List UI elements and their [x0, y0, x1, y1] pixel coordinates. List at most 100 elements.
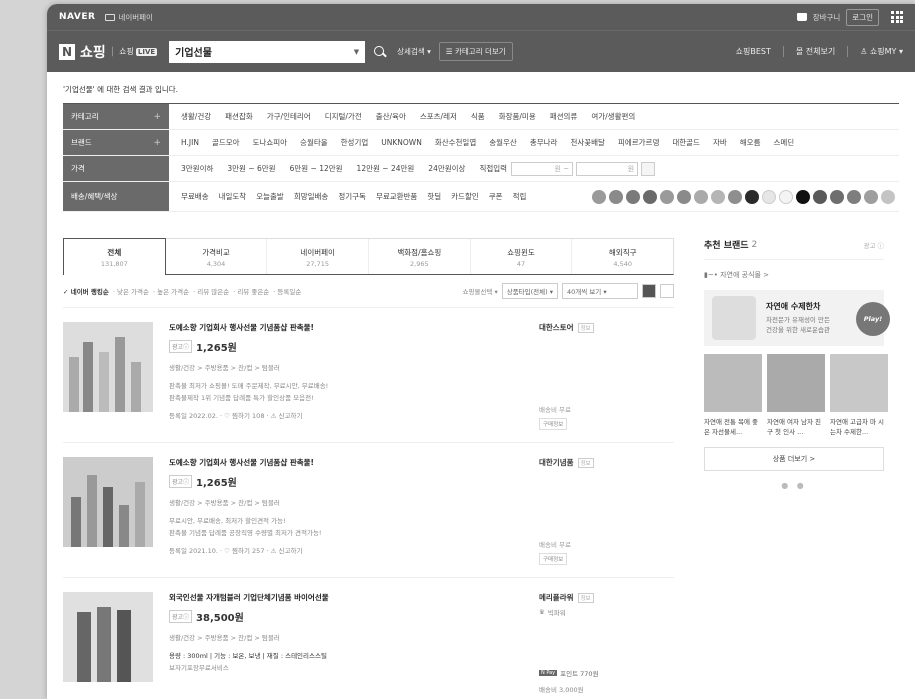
brand-product[interactable]: 자연애 전통 목에 좋은 자선물세... — [704, 354, 762, 437]
mall-name[interactable]: 대한스토어 — [539, 322, 574, 333]
product-image[interactable] — [63, 322, 153, 412]
mall-select[interactable]: 쇼핑몰선택 ▾ — [462, 286, 497, 296]
tab-price-compare[interactable]: 가격비교 4,304 — [166, 239, 268, 274]
brand-option[interactable]: 자바 — [713, 137, 727, 148]
product-image[interactable] — [63, 592, 153, 682]
sort-option[interactable]: · 낮은 가격순 — [113, 286, 149, 296]
sort-option[interactable]: · 리뷰 많은순 — [193, 286, 229, 296]
expand-icon[interactable]: + — [153, 112, 161, 122]
sort-option[interactable]: · 리뷰 좋은순 — [233, 286, 269, 296]
brand-option[interactable]: 총무나라 — [530, 137, 558, 148]
delivery-option[interactable]: 희망일배송 — [294, 191, 329, 202]
color-swatch[interactable] — [660, 189, 674, 204]
category-option[interactable]: 디지털/가전 — [325, 111, 362, 122]
delivery-option[interactable]: 정기구독 — [338, 191, 366, 202]
type-select[interactable]: 상품타입(전체) ▾ — [501, 283, 558, 299]
mall-info-tag[interactable]: 정보 — [577, 457, 594, 468]
color-swatch[interactable] — [677, 189, 691, 204]
product-title[interactable]: 외국인선물 자개텀블러 기업단체기념품 바이어선물 — [169, 592, 529, 603]
brand-option[interactable]: 피에르가르뎅 — [618, 137, 659, 148]
color-swatch[interactable] — [830, 189, 844, 204]
naverpay-link[interactable]: 네이버페이 — [105, 12, 153, 23]
tab-all[interactable]: 전체 131,807 — [63, 238, 166, 275]
color-swatch[interactable] — [643, 189, 657, 204]
search-icon[interactable] — [371, 43, 389, 61]
brand-card[interactable]: 자연애 수제한차 차전문가 유재성이 만든 건강을 위한 새로운습관 Play! — [704, 290, 890, 346]
category-option[interactable]: 패션잡화 — [225, 111, 253, 122]
mall-info-tag[interactable]: 정보 — [577, 592, 594, 603]
product-item[interactable]: 도예소향 기업회사 행사선물 기념품샵 판촉물! 광고ⓘ 1,265원 생활/건강… — [63, 442, 674, 577]
color-swatch[interactable] — [592, 189, 606, 204]
product-item[interactable]: 외국인선물 자개텀블러 기업단체기념품 바이어선물 광고ⓘ 38,500원 생활/… — [63, 577, 674, 699]
ad-badge[interactable]: 광고ⓘ — [169, 610, 193, 623]
carousel-dots[interactable]: ● ● — [704, 481, 884, 490]
delivery-option[interactable]: 무료교환반품 — [376, 191, 417, 202]
color-swatch[interactable] — [626, 189, 640, 204]
color-swatch[interactable] — [813, 189, 827, 204]
product-image[interactable] — [63, 457, 153, 547]
category-more-button[interactable]: ☰ 카테고리 더보기 — [438, 42, 513, 61]
purchase-info-button[interactable]: 구매정보 — [539, 553, 568, 565]
tab-overseas[interactable]: 해외직구 4,540 — [572, 239, 673, 274]
more-products-button[interactable]: 상품 더보기 > — [704, 447, 884, 471]
ad-badge[interactable]: 광고ⓘ — [169, 340, 193, 353]
brand-product[interactable]: 자연애 여자 남자 친구 첫 인사 ... — [767, 354, 825, 437]
mall-name[interactable]: 메리플라워 — [539, 592, 574, 603]
mall-info-tag[interactable]: 정보 — [577, 322, 594, 333]
search-dropdown-icon[interactable]: ▼ — [354, 48, 359, 56]
delivery-option[interactable]: 적립 — [513, 191, 527, 202]
grid-view-icon[interactable] — [660, 284, 674, 298]
delivery-option[interactable]: 쿠폰 — [489, 191, 503, 202]
delivery-option[interactable]: 오늘출발 — [256, 191, 284, 202]
shopping-live-link[interactable]: 쇼핑 LIVE — [119, 46, 158, 57]
delivery-option[interactable]: 무료배송 — [181, 191, 209, 202]
brand-option[interactable]: UNKNOWN — [381, 138, 422, 147]
color-swatch[interactable] — [864, 189, 878, 204]
product-title[interactable]: 도예소향 기업회사 행사선물 기념품샵 판촉물! — [169, 457, 529, 468]
ad-info-link[interactable]: 광고 ⓘ — [863, 240, 884, 250]
price-option[interactable]: 6만원 ~ 12만원 — [290, 163, 343, 174]
ad-badge[interactable]: 광고ⓘ — [169, 475, 193, 488]
product-title[interactable]: 도예소향 기업회사 행사선물 기념품샵 판촉물! — [169, 322, 529, 333]
delivery-option[interactable]: 핫딜 — [427, 191, 441, 202]
category-option[interactable]: 여가/생활편의 — [591, 111, 635, 122]
category-option[interactable]: 식품 — [471, 111, 485, 122]
brand-option[interactable]: 대한골드 — [672, 137, 700, 148]
sort-ranking[interactable]: ✓ 네이버 랭킹순 — [63, 286, 109, 296]
per-page-select[interactable]: 40개씩 보기 ▾ — [562, 283, 638, 299]
color-swatch[interactable] — [779, 189, 793, 204]
price-option[interactable]: 3만원 ~ 6만원 — [227, 163, 275, 174]
brand-option[interactable]: 승월타올 — [300, 137, 328, 148]
brand-option[interactable]: 한성기업 — [341, 137, 369, 148]
cart-icon[interactable] — [796, 13, 807, 21]
brand-option[interactable]: H.JIN — [181, 138, 199, 147]
color-swatch[interactable] — [762, 189, 776, 204]
brand-store-link[interactable]: ▮~• 자연애 공식몰 > — [704, 270, 884, 280]
color-swatch[interactable] — [711, 189, 725, 204]
delivery-option[interactable]: 카드할인 — [451, 191, 479, 202]
color-swatch[interactable] — [694, 189, 708, 204]
brand-option[interactable]: 천사꽃배달 — [570, 137, 605, 148]
advanced-search-button[interactable]: 상세검색 ▾ — [397, 46, 431, 57]
list-view-icon[interactable] — [642, 284, 656, 298]
price-search-button[interactable] — [641, 161, 656, 176]
tab-naverpay[interactable]: 네이버페이 27,715 — [267, 239, 370, 274]
delivery-option[interactable]: 내일도착 — [219, 191, 247, 202]
shopping-logo[interactable]: N 쇼핑 | 쇼핑 LIVE — [59, 42, 158, 62]
category-option[interactable]: 출산/육아 — [376, 111, 406, 122]
category-option[interactable]: 스포츠/레저 — [420, 111, 457, 122]
product-item[interactable]: 도예소향 기업회사 행사선물 기념품샵 판촉물! 광고ⓘ 1,265원 생활/건강… — [63, 307, 674, 442]
category-option[interactable]: 화장품/미용 — [499, 111, 536, 122]
brand-option[interactable]: 송월우산 — [489, 137, 517, 148]
brand-option[interactable]: 스메딘 — [773, 137, 794, 148]
color-swatch[interactable] — [847, 189, 861, 204]
naver-logo[interactable]: NAVER — [59, 12, 95, 22]
brand-option[interactable]: 화산수천일엽 — [435, 137, 476, 148]
all-malls-link[interactable]: 몰 전체보기 — [782, 46, 835, 57]
color-swatch[interactable] — [745, 189, 759, 204]
tab-shopping-window[interactable]: 쇼핑윈도 47 — [471, 239, 573, 274]
color-swatch[interactable] — [728, 189, 742, 204]
shopping-best-link[interactable]: 쇼핑BEST — [736, 46, 771, 57]
price-option[interactable]: 24만원이상 — [428, 163, 465, 174]
brand-option[interactable]: 골드모아 — [212, 137, 240, 148]
